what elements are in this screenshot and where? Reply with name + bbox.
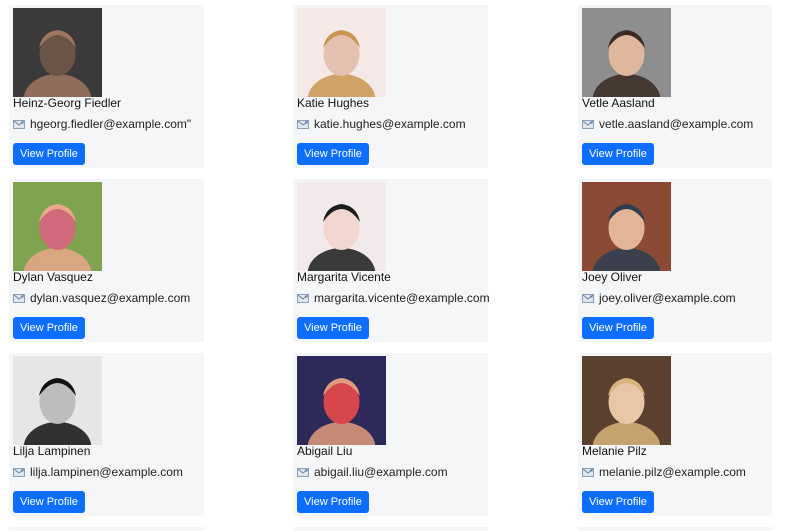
user-email: melanie.pilz@example.com: [599, 465, 746, 479]
view-profile-button[interactable]: View Profile: [13, 317, 85, 339]
user-name: Heinz-Georg Fiedler: [13, 96, 122, 110]
photo-woman-short-hair-icon: [297, 182, 386, 271]
user-card: Lilja Lampinen lilja.lampinen@example.co…: [9, 353, 204, 516]
view-profile-button[interactable]: View Profile: [13, 143, 85, 165]
user-card: Dylan Vasquez dylan.vasquez@example.com …: [9, 179, 204, 342]
photo-woman-blonde-icon: [297, 8, 386, 97]
user-email: margarita.vicente@example.com: [314, 291, 490, 305]
user-card: Katie Hughes katie.hughes@example.com Vi…: [293, 5, 488, 168]
photo-man-suit-icon: [582, 8, 671, 97]
user-grid: Heinz-Georg Fiedler hgeorg.fiedler@examp…: [0, 0, 800, 531]
user-name: Joey Oliver: [582, 270, 643, 284]
user-name: Melanie Pilz: [582, 444, 647, 458]
mail-icon: [582, 119, 594, 129]
user-card: Joey Oliver joey.oliver@example.com View…: [578, 179, 772, 342]
user-card: Abigail Liu abigail.liu@example.com View…: [293, 353, 488, 516]
photo-woman-smiling-icon: [297, 356, 386, 445]
user-email: hgeorg.fiedler@example.com": [30, 117, 192, 131]
user-card: Margarita Vicente margarita.vicente@exam…: [293, 179, 490, 342]
user-name: Katie Hughes: [297, 96, 370, 110]
user-email-row: katie.hughes@example.com: [297, 117, 466, 131]
view-profile-button[interactable]: View Profile: [582, 491, 654, 513]
photo-man-brick-wall-icon: [582, 182, 671, 271]
user-email-row: margarita.vicente@example.com: [297, 291, 490, 305]
user-email: lilja.lampinen@example.com: [30, 465, 183, 479]
mail-icon: [582, 293, 594, 303]
user-email: katie.hughes@example.com: [314, 117, 466, 131]
user-card: Vetle Aasland vetle.aasland@example.com …: [578, 5, 772, 168]
user-name: Vetle Aasland: [582, 96, 655, 110]
user-card: Melanie Pilz melanie.pilz@example.com Vi…: [578, 353, 772, 516]
user-email-row: hgeorg.fiedler@example.com": [13, 117, 191, 131]
user-card-partial: [9, 527, 204, 531]
mail-icon: [582, 467, 594, 477]
photo-woman-beanie-glasses-icon: [13, 356, 102, 445]
user-email: dylan.vasquez@example.com: [30, 291, 191, 305]
user-name: Abigail Liu: [297, 444, 353, 458]
view-profile-button[interactable]: View Profile: [297, 143, 369, 165]
user-email: joey.oliver@example.com: [599, 291, 736, 305]
user-email: abigail.liu@example.com: [314, 465, 448, 479]
view-profile-button[interactable]: View Profile: [297, 317, 369, 339]
mail-icon: [297, 467, 309, 477]
user-email-row: melanie.pilz@example.com: [582, 465, 746, 479]
view-profile-button[interactable]: View Profile: [582, 143, 654, 165]
user-email-row: dylan.vasquez@example.com: [13, 291, 190, 305]
user-name: Lilja Lampinen: [13, 444, 91, 458]
user-email-row: abigail.liu@example.com: [297, 465, 448, 479]
photo-man-beard-dark-icon: [13, 8, 102, 97]
mail-icon: [13, 467, 25, 477]
view-profile-button[interactable]: View Profile: [297, 491, 369, 513]
photo-woman-long-blonde-icon: [582, 356, 671, 445]
user-email-row: joey.oliver@example.com: [582, 291, 736, 305]
user-email-row: lilja.lampinen@example.com: [13, 465, 183, 479]
view-profile-button[interactable]: View Profile: [582, 317, 654, 339]
user-card: Heinz-Georg Fiedler hgeorg.fiedler@examp…: [9, 5, 204, 168]
user-email: vetle.aasland@example.com: [599, 117, 754, 131]
mail-icon: [297, 293, 309, 303]
mail-icon: [13, 119, 25, 129]
user-name: Margarita Vicente: [297, 270, 391, 284]
mail-icon: [297, 119, 309, 129]
mail-icon: [13, 293, 25, 303]
user-card-partial: [578, 527, 772, 531]
user-name: Dylan Vasquez: [13, 270, 93, 284]
photo-man-bald-beard-icon: [13, 182, 102, 271]
user-card-partial: [293, 527, 488, 531]
user-email-row: vetle.aasland@example.com: [582, 117, 753, 131]
view-profile-button[interactable]: View Profile: [13, 491, 85, 513]
